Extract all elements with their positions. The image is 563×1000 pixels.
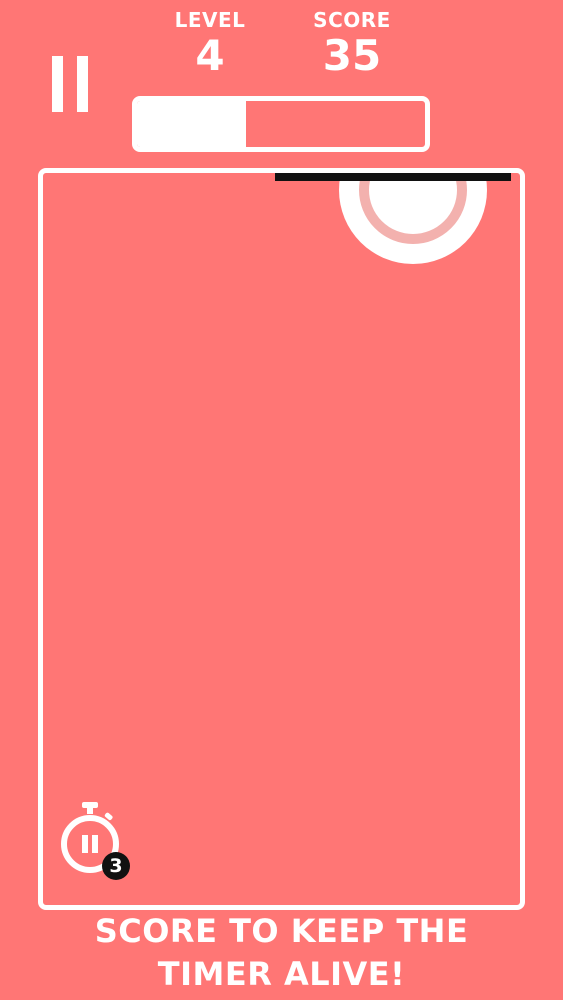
score-label: SCORE	[313, 8, 391, 32]
score-value: 35	[322, 31, 382, 80]
hint-line-1: SCORE TO KEEP THE	[94, 912, 469, 950]
pause-icon-bar-left	[52, 56, 63, 112]
pause-button[interactable]	[52, 56, 90, 112]
ball	[339, 173, 487, 264]
game-arena[interactable]	[38, 168, 525, 910]
hint-text: SCORE TO KEEP THE TIMER ALIVE!	[0, 910, 563, 996]
timer-bar-fill	[137, 101, 247, 147]
hint-line-2: TIMER ALIVE!	[157, 955, 406, 993]
level-label: LEVEL	[174, 8, 246, 32]
timer-bar	[132, 96, 430, 152]
level-value: 4	[195, 31, 225, 80]
pause-icon-bar-right	[77, 56, 88, 112]
powerup-count-badge: 3	[102, 852, 130, 880]
score-display: SCORE 35	[296, 8, 408, 78]
stopwatch-powerup-button[interactable]: 3	[56, 800, 136, 882]
paddle[interactable]	[275, 173, 511, 181]
level-display: LEVEL 4	[160, 8, 260, 78]
